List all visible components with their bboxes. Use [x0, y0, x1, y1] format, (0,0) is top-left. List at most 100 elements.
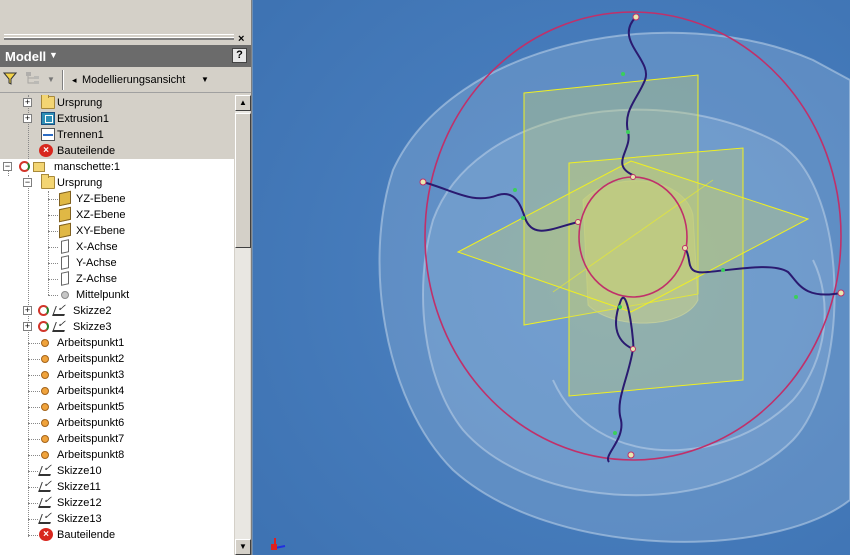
- extrude-icon: [41, 112, 55, 125]
- work-point-icon: [41, 387, 49, 395]
- model-graphics: [253, 0, 850, 555]
- tree-item-label: Arbeitspunkt2: [57, 353, 125, 365]
- split-icon: [41, 128, 55, 141]
- tree-item-label: YZ-Ebene: [76, 193, 126, 205]
- tree-item-label: Arbeitspunkt3: [57, 369, 125, 381]
- sketch-icon: [38, 514, 54, 524]
- collapse-icon[interactable]: −: [23, 178, 32, 187]
- work-point-icon: [41, 355, 49, 363]
- tree-item-label: Extrusion1: [57, 113, 109, 125]
- work-point-icon: [41, 403, 49, 411]
- work-point-marker: [627, 451, 635, 459]
- tree-item-label: Arbeitspunkt6: [57, 417, 125, 429]
- tree-item-label: XY-Ebene: [76, 225, 126, 237]
- tree-item-label: Arbeitspunkt4: [57, 385, 125, 397]
- collapse-icon[interactable]: −: [3, 162, 12, 171]
- browser-title[interactable]: Modell: [5, 49, 46, 64]
- spline-node: [613, 431, 617, 435]
- tree-item-label: X-Achse: [76, 241, 118, 253]
- view-dropdown[interactable]: ◂ Modellierungsansicht: [70, 71, 218, 89]
- work-point-icon: [41, 435, 49, 443]
- tree-item-label: Ursprung: [57, 177, 103, 189]
- tree-item-label: Skizze13: [57, 513, 102, 525]
- view-icon: ◂: [72, 75, 77, 85]
- tree-item-label: Bauteilende: [57, 529, 116, 541]
- plane-icon: [59, 206, 71, 223]
- model-tree: + Ursprung + Extrusion1 Trennen1 × Baute…: [0, 95, 234, 555]
- chevron-down-icon[interactable]: ▼: [49, 50, 58, 60]
- browser-header: Modell ▼ ?: [0, 45, 251, 67]
- tree-item-label: Arbeitspunkt8: [57, 449, 125, 461]
- tree-item-label: Arbeitspunkt1: [57, 337, 125, 349]
- work-point-marker: [682, 245, 688, 251]
- tree-item-label: Y-Achse: [76, 257, 117, 269]
- browser-panel: × Modell ▼ ? ▼ ◂ Modellierungsansicht ▼ +…: [0, 0, 252, 555]
- tree-shaded-region: [0, 95, 234, 159]
- center-point-icon: [61, 291, 69, 299]
- expand-icon[interactable]: +: [23, 98, 32, 107]
- folder-icon: [41, 174, 55, 189]
- expand-icon[interactable]: +: [23, 322, 32, 331]
- tree-item-label: Skizze2: [73, 305, 112, 317]
- spline-node: [794, 295, 798, 299]
- scroll-down-button[interactable]: ▼: [235, 539, 251, 555]
- work-point-icon: [41, 419, 49, 427]
- spline-node: [626, 130, 630, 134]
- tree-item-label: Arbeitspunkt5: [57, 401, 125, 413]
- sketch-icon: [38, 482, 54, 492]
- tree-item-label: Mittelpunkt: [76, 289, 130, 301]
- axis-icon: [61, 271, 69, 286]
- sketch-icon: [38, 304, 68, 317]
- view-label: Modellierungsansicht: [82, 74, 186, 86]
- spline-node: [621, 72, 625, 76]
- sketch-icon: [38, 320, 68, 333]
- work-point-marker: [630, 174, 636, 180]
- scroll-thumb[interactable]: [235, 113, 251, 248]
- folder-icon: [41, 95, 55, 109]
- scroll-up-button[interactable]: ▲: [235, 95, 251, 111]
- panel-grip[interactable]: [4, 34, 234, 40]
- end-of-part-icon: ×: [39, 528, 53, 541]
- toolbar-separator: [62, 70, 64, 90]
- hierarchy-dropdown-icon[interactable]: ▼: [47, 71, 55, 89]
- tree-item-label: Skizze11: [57, 481, 101, 493]
- browser-toolbar: ▼ ◂ Modellierungsansicht ▼: [0, 67, 251, 93]
- tree-item-label: Skizze12: [57, 497, 102, 509]
- 3d-viewport[interactable]: [253, 0, 850, 555]
- view-dropdown-arrow-icon[interactable]: ▼: [201, 71, 209, 89]
- spline-node: [618, 305, 622, 309]
- tree-item-label: manschette:1: [54, 161, 121, 173]
- work-point-marker: [632, 13, 640, 21]
- tree-item-label: XZ-Ebene: [76, 209, 126, 221]
- hierarchy-icon[interactable]: [25, 71, 43, 89]
- plane-icon: [59, 222, 71, 239]
- filter-icon[interactable]: [2, 71, 19, 89]
- tree-item-label: Skizze10: [57, 465, 102, 477]
- end-of-part-icon: ×: [39, 144, 53, 157]
- work-point-marker: [630, 346, 636, 352]
- work-point-marker: [575, 219, 581, 225]
- tree-scrollbar[interactable]: ▲ ▼: [234, 95, 251, 555]
- expand-icon[interactable]: +: [23, 114, 32, 123]
- work-point-icon: [41, 451, 49, 459]
- sketch-icon: [38, 498, 54, 508]
- work-point-marker: [419, 178, 427, 186]
- tree-item-label: Arbeitspunkt7: [57, 433, 125, 445]
- spline-node: [521, 216, 525, 220]
- tree-item-label: Ursprung: [57, 97, 103, 109]
- part-icon: [19, 160, 47, 173]
- work-point-icon: [41, 339, 49, 347]
- expand-icon[interactable]: +: [23, 306, 32, 315]
- spline-node: [721, 268, 725, 272]
- help-button[interactable]: ?: [232, 48, 247, 63]
- axis-icon: [61, 239, 69, 254]
- sketch-icon: [38, 466, 54, 476]
- tree-item-label: Z-Achse: [76, 273, 117, 285]
- close-icon[interactable]: ×: [238, 33, 244, 45]
- work-point-icon: [41, 371, 49, 379]
- spline-node: [513, 188, 517, 192]
- tree-item-label: Bauteilende: [57, 145, 116, 157]
- tree-item-label: Skizze3: [73, 321, 112, 333]
- axis-icon: [61, 255, 69, 270]
- plane-icon: [59, 190, 71, 207]
